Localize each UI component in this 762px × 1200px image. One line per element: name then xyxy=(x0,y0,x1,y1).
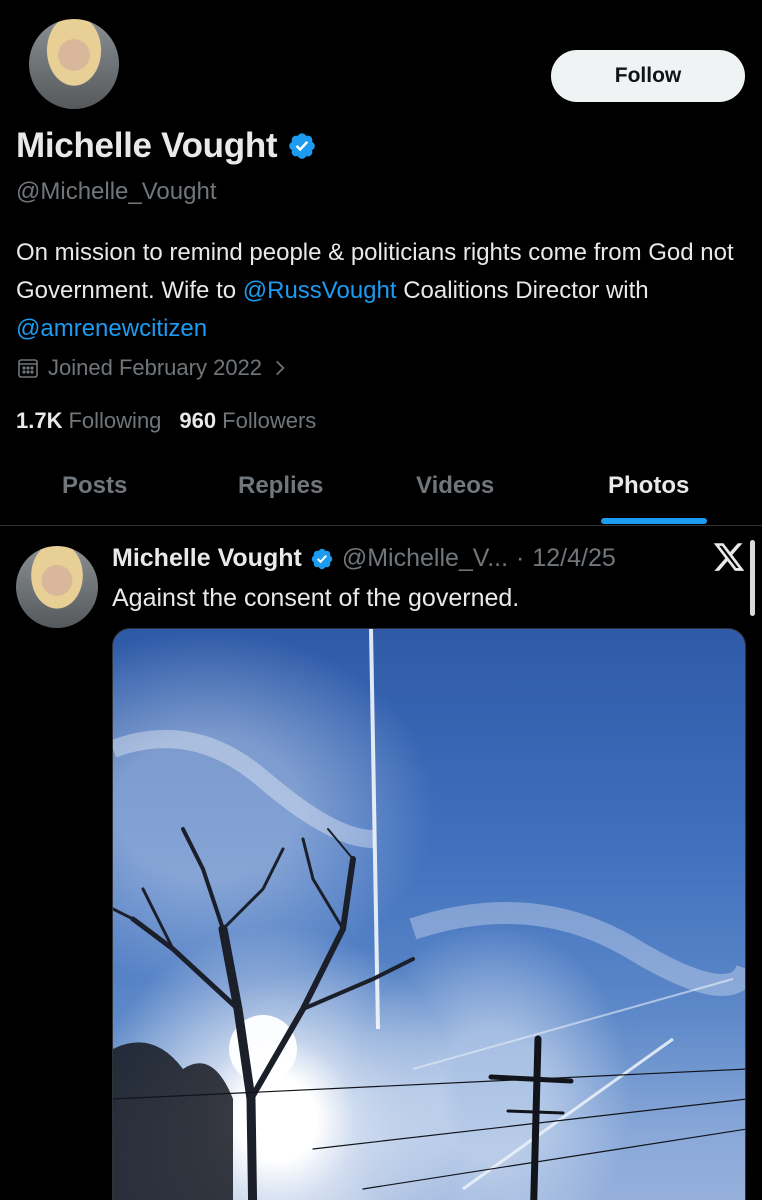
profile-handle: @Michelle_Vought xyxy=(16,178,217,205)
active-tab-indicator xyxy=(601,518,707,524)
chevron-right-icon xyxy=(276,360,285,376)
profile-display-name: Michelle Vought xyxy=(16,126,278,165)
cloud-wisp xyxy=(409,902,745,996)
sky-photo-illustration xyxy=(113,629,745,1200)
joined-label: Joined February 2022 xyxy=(48,355,263,380)
calendar-icon xyxy=(18,359,38,378)
tab-posts[interactable]: Posts xyxy=(62,472,127,500)
cloud-wisp xyxy=(113,730,374,848)
profile-bio: On mission to remind people & politician… xyxy=(16,234,756,348)
scrollbar-thumb[interactable] xyxy=(750,540,755,616)
tab-photos[interactable]: Photos xyxy=(608,472,689,500)
profile-page: Follow Michelle Vought @Michelle_Vought … xyxy=(0,0,762,1200)
tweet-photo[interactable] xyxy=(112,628,746,1200)
foliage-silhouette xyxy=(113,1042,233,1200)
profile-name-row: Michelle Vought xyxy=(16,126,317,166)
bio-mention-amrenewcitizen[interactable]: @amrenewcitizen xyxy=(16,315,207,342)
follow-button[interactable]: Follow xyxy=(551,50,745,102)
following-label: Following xyxy=(68,408,162,433)
verified-badge-icon[interactable] xyxy=(287,131,317,161)
contrail-diagonal xyxy=(462,1037,674,1191)
verified-badge-icon[interactable] xyxy=(310,547,334,571)
followers-label: Followers xyxy=(222,408,317,433)
followers-count: 960 xyxy=(179,408,217,433)
tab-replies[interactable]: Replies xyxy=(238,472,323,500)
tweet-date[interactable]: 12/4/25 xyxy=(532,544,615,573)
following-stat[interactable]: 1.7K Following xyxy=(16,408,161,434)
tweet-separator: · xyxy=(516,544,525,572)
tweet-text: Against the consent of the governed. xyxy=(112,584,520,612)
x-logo-icon[interactable] xyxy=(712,540,746,574)
followers-stat[interactable]: 960 Followers xyxy=(179,408,316,434)
tweet-author-name[interactable]: Michelle Vought xyxy=(112,544,302,573)
tweet-author-avatar[interactable] xyxy=(16,546,98,628)
tweet-header: Michelle Vought @Michelle_V... · 12/4/25 xyxy=(112,544,616,573)
following-count: 1.7K xyxy=(16,408,63,433)
contrail-faint xyxy=(412,978,734,1070)
tab-videos[interactable]: Videos xyxy=(416,472,494,500)
contrail-vertical xyxy=(369,629,380,1030)
tweet-author-handle[interactable]: @Michelle_V... xyxy=(342,544,508,573)
bio-mention-russvought[interactable]: @RussVought xyxy=(243,277,397,304)
profile-tabs: Posts Replies Videos Photos xyxy=(0,452,762,526)
follow-stats: 1.7K Following 960 Followers xyxy=(16,408,316,434)
profile-avatar[interactable] xyxy=(26,16,122,112)
bio-text-2: Coalitions Director with xyxy=(396,277,649,304)
joined-date[interactable]: Joined February 2022 xyxy=(16,355,290,381)
